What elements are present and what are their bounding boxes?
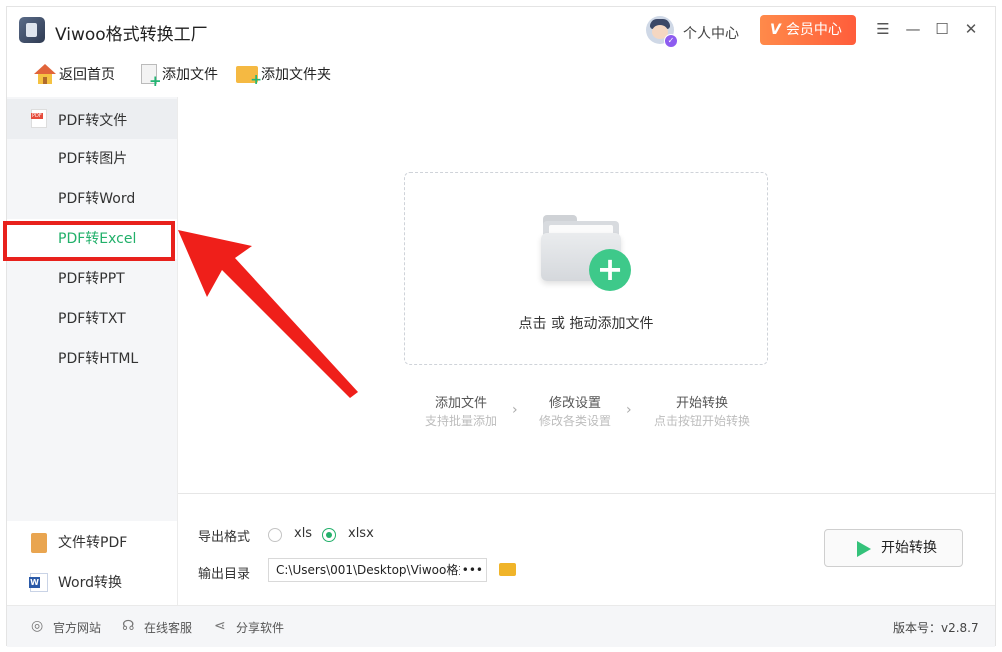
menu-icon[interactable]: ☰ [873,19,893,39]
step-subtitle: 点击按钮开始转换 [653,414,750,428]
config-panel: 导出格式 xls xlsx 输出目录 C:\Users\001\Desktop\… [178,493,995,606]
close-button[interactable]: ✕ [961,19,981,39]
sidebar-item-pdf-to-html[interactable]: PDF转HTML [7,339,177,379]
document-icon [31,533,47,553]
add-folder-label: 添加文件夹 [261,67,331,83]
output-path-field[interactable]: C:\Users\001\Desktop\Viwoo格式 ••• [268,558,487,582]
sidebar-item-pdf-to-word[interactable]: PDF转Word [7,179,177,219]
add-file-icon: + [141,64,162,89]
sidebar-item-word-convert[interactable]: Word转换 [7,563,177,603]
step-add-file: 添加文件 支持批量添加 [401,392,521,429]
start-convert-label: 开始转换 [881,540,937,556]
steps-guide: 添加文件 支持批量添加 › 修改设置 修改各类设置 › 开始转换 点击按钮开始转… [404,392,784,432]
export-format-label: 导出格式 [198,530,251,545]
online-support-link[interactable]: ☊ 在线客服 [122,618,193,636]
sidebar: PDF转文件 PDF转图片 PDF转Word PDF转Excel PDF转PPT… [3,97,178,605]
share-icon: ⋖ [214,618,226,634]
sidebar-item-pdf-to-ppt[interactable]: PDF转PPT [7,259,177,299]
main-panel: + 点击 或 拖动添加文件 添加文件 支持批量添加 › 修改设置 修改各类设置 … [178,97,995,497]
home-icon [34,64,56,84]
sidebar-item-pdf-to-txt[interactable]: PDF转TXT [7,299,177,339]
app-logo-icon [19,17,45,43]
step-title: 开始转换 [675,396,728,411]
vip-icon: V [770,22,781,38]
vip-center-button[interactable]: V 会员中心 [760,15,856,45]
word-icon [29,573,48,592]
headset-icon: ☊ [122,618,135,634]
sidebar-item-pdf-to-image[interactable]: PDF转图片 [7,139,177,179]
home-label: 返回首页 [59,67,115,83]
start-convert-button[interactable]: 开始转换 [824,529,963,567]
add-file-label: 添加文件 [162,67,218,83]
sidebar-bottom: 文件转PDF Word转换 [7,521,177,605]
version-label: 版本号：v2.8.7 [893,621,979,635]
format-xlsx-radio[interactable] [322,528,336,542]
home-button[interactable]: 返回首页 [34,63,115,87]
add-file-button[interactable]: + 添加文件 [141,63,218,89]
toolbar: 返回首页 + 添加文件 + 添加文件夹 [7,55,995,97]
step-start: 开始转换 点击按钮开始转换 [642,392,762,429]
format-xls-radio[interactable] [268,528,282,542]
sidebar-group-label: PDF转文件 [58,113,128,129]
folder-add-icon: + [541,213,631,291]
add-folder-icon: + [236,65,262,87]
pdf-file-icon [31,109,47,128]
sidebar-group-pdf-to-file[interactable]: PDF转文件 [7,99,177,139]
highlight-box [3,221,175,261]
drop-zone-text: 点击 或 拖动添加文件 [518,316,654,332]
word-convert-label: Word转换 [58,575,122,591]
app-title: Viwoo格式转换工厂 [55,25,208,45]
browse-folder-icon[interactable] [499,563,516,576]
step-subtitle: 修改各类设置 [538,414,611,428]
maximize-button[interactable]: ☐ [932,19,952,39]
format-xls-label[interactable]: xls [294,526,312,541]
vip-center-label: 会员中心 [785,22,842,38]
official-website-label: 官方网站 [53,621,102,635]
user-center-link[interactable]: 个人中心 [683,23,739,43]
verified-badge-icon: ✓ [664,34,678,48]
title-bar: Viwoo格式转换工厂 ✓ 个人中心 V 会员中心 ☰ — ☐ ✕ [7,7,995,55]
app-window: Viwoo格式转换工厂 ✓ 个人中心 V 会员中心 ☰ — ☐ ✕ 返回首页 + 添… [3,6,996,647]
add-folder-button[interactable]: + 添加文件夹 [236,63,331,87]
output-path-value: C:\Users\001\Desktop\Viwoo格式 [276,563,471,577]
file-drop-zone[interactable]: + 点击 或 拖动添加文件 [404,172,768,365]
sidebar-item-file-to-pdf[interactable]: 文件转PDF [7,523,177,563]
step-title: 添加文件 [434,396,487,411]
step-settings: 修改设置 修改各类设置 [515,392,635,429]
step-title: 修改设置 [548,396,601,411]
step-subtitle: 支持批量添加 [424,414,497,428]
globe-icon: ◎ [31,618,44,634]
minimize-button[interactable]: — [903,19,923,39]
format-xlsx-label[interactable]: xlsx [348,526,374,541]
output-dir-label: 输出目录 [198,567,251,582]
share-software-label: 分享软件 [236,621,285,635]
status-bar: ◎ 官方网站 ☊ 在线客服 ⋖ 分享软件 版本号：v2.8.7 [7,605,995,647]
online-support-label: 在线客服 [144,621,193,635]
official-website-link[interactable]: ◎ 官方网站 [31,618,102,636]
plus-icon: + [589,249,631,291]
share-software-link[interactable]: ⋖ 分享软件 [214,618,285,636]
chevron-right-icon: › [626,402,632,418]
file-to-pdf-label: 文件转PDF [58,535,128,551]
more-icon: ••• [459,559,483,581]
play-icon [857,541,871,557]
